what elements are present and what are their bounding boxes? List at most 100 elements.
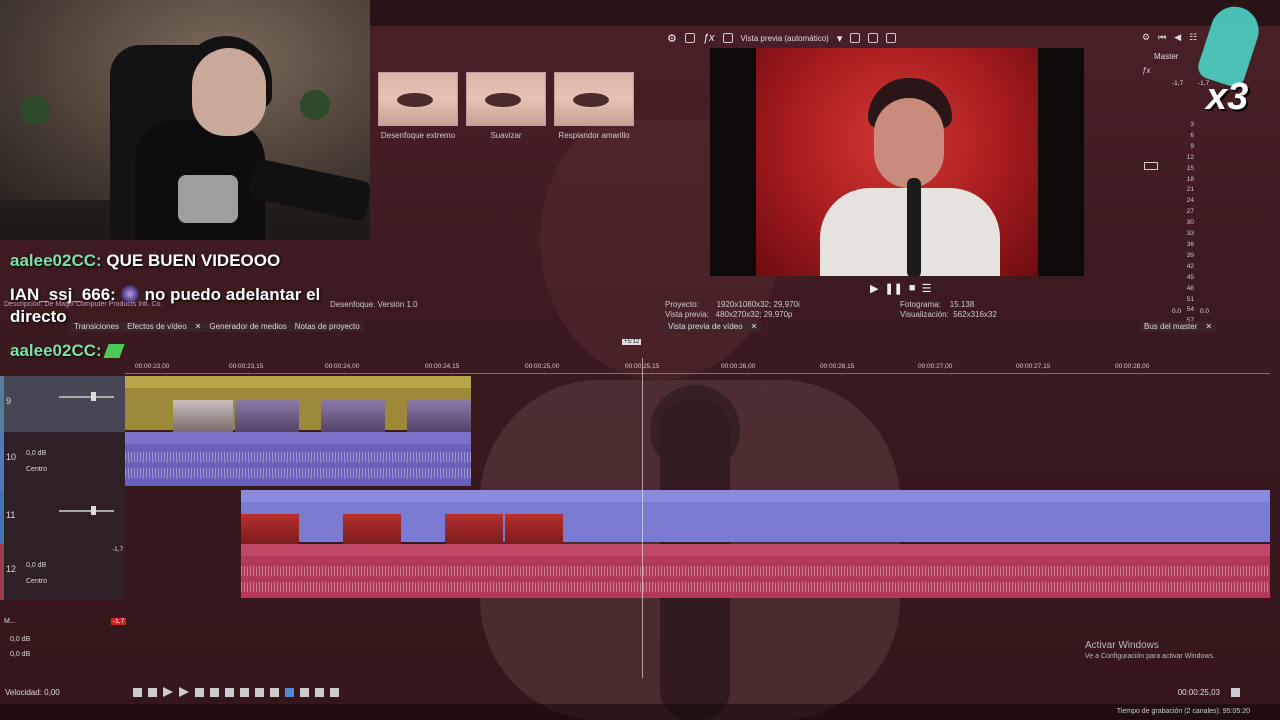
- preview-quality-dropdown[interactable]: Vista previa (automático): [741, 34, 829, 43]
- track-pan: Centro: [26, 466, 48, 473]
- record-icon[interactable]: [133, 687, 142, 697]
- track-header[interactable]: 11: [0, 490, 125, 544]
- video-preview: [710, 48, 1084, 276]
- tab-video-effects[interactable]: Efectos de vídeo: [127, 322, 187, 331]
- copy-snapshot-icon[interactable]: [868, 33, 879, 43]
- go-to-start-icon[interactable]: [225, 687, 234, 697]
- save-snapshot-icon[interactable]: [886, 33, 897, 43]
- pause-icon[interactable]: [195, 687, 204, 697]
- fx-preset-label: Desenfoque extremo: [380, 131, 456, 140]
- tab-media-generator[interactable]: Generador de medios: [209, 322, 286, 331]
- menu-icon[interactable]: ☰: [922, 282, 932, 295]
- fx-preset-thumb[interactable]: [378, 72, 458, 126]
- fx-preset-thumb[interactable]: [466, 72, 546, 126]
- pause-icon[interactable]: ❚❚: [884, 282, 902, 295]
- master-mini-peak: -1,7: [111, 618, 127, 625]
- preview-controls: ▶ ❚❚ ■ ☰: [870, 282, 931, 295]
- track-number: 11: [6, 510, 16, 520]
- track-level-slider[interactable]: [59, 392, 114, 401]
- timeline-ruler[interactable]: 00:00:23,00 00:00:23,15 00:00:24,00 00:0…: [125, 360, 1270, 374]
- speaker-icon[interactable]: ◀: [1174, 32, 1181, 43]
- multiplier-text: x3: [1206, 76, 1249, 118]
- master-toolbar: ⚙ ⏮ ◀ ☷: [1142, 32, 1197, 43]
- track-level-slider[interactable]: [59, 506, 114, 515]
- preview-value: 480x270x32; 29,970p: [715, 310, 793, 319]
- play-from-start-icon[interactable]: [163, 687, 173, 697]
- stop-icon[interactable]: ■: [909, 282, 916, 295]
- track-number: 12: [6, 564, 17, 574]
- chevron-down-icon: ▾: [836, 32, 843, 45]
- project-value: 1920x1080x32; 29,970i: [716, 300, 800, 309]
- menu-strip: [370, 0, 1280, 26]
- envelope-tool-icon[interactable]: [300, 687, 309, 697]
- display-value: 562x316x32: [953, 310, 997, 319]
- chat-message: aalee02CC:: [10, 340, 370, 362]
- stop-icon[interactable]: [210, 687, 219, 697]
- split-screen-icon[interactable]: [722, 33, 733, 43]
- play-icon[interactable]: [179, 687, 189, 697]
- emote-icon: [103, 344, 125, 358]
- track-header[interactable]: 9: [0, 376, 125, 432]
- master-fader[interactable]: [1144, 162, 1158, 170]
- master-mini-label: M...: [4, 618, 16, 625]
- prev-frame-icon[interactable]: [255, 687, 264, 697]
- project-label: Proyecto:: [665, 300, 699, 309]
- timeline-marker[interactable]: +5:12: [622, 339, 642, 345]
- video-clip[interactable]: [241, 490, 1270, 552]
- track-pan: Centro: [26, 578, 48, 585]
- tab-master-bus[interactable]: Bus del master: [1144, 322, 1197, 331]
- chat-username: aalee02CC:: [10, 341, 102, 360]
- master-bottom-right: 0.0: [1200, 308, 1210, 315]
- master-peak-left: -1,7: [1172, 80, 1184, 87]
- activate-subtitle: Ve a Configuración para activar Windows.: [1085, 653, 1215, 660]
- timecode-display: 00:00:25,03: [1177, 687, 1220, 697]
- tab-video-preview[interactable]: Vista previa de vídeo: [668, 322, 743, 331]
- go-to-end-icon[interactable]: [240, 687, 249, 697]
- fx-preset-thumb[interactable]: [554, 72, 634, 126]
- activate-windows-watermark: Activar Windows Ve a Configuración para …: [1085, 640, 1215, 660]
- playhead[interactable]: [642, 358, 643, 678]
- chat-text: QUE BUEN VIDEOOO: [106, 251, 281, 270]
- track-header[interactable]: 12 0,0 dB Centro -1,7: [0, 544, 125, 600]
- fx-preset-label: Suavizar: [490, 131, 522, 140]
- gear-icon[interactable]: ⚙: [667, 32, 677, 45]
- play-icon[interactable]: ▶: [870, 282, 878, 295]
- track-volume: 0,0 dB: [26, 450, 47, 457]
- frame-info: Fotograma: 15.138 Visualización: 562x316…: [900, 300, 997, 320]
- fx-icon[interactable]: ƒx: [1142, 66, 1150, 75]
- fullscreen-icon[interactable]: [1231, 687, 1240, 697]
- close-icon[interactable]: ✕: [751, 322, 758, 331]
- master-vol-1: 0,0 dB: [10, 636, 31, 643]
- preview-toolbar: ⚙ ƒx Vista previa (automático) ▾: [663, 28, 1133, 48]
- speed-label: Velocidad: 0,00: [5, 687, 60, 697]
- master-tab[interactable]: Bus del master ✕: [1140, 321, 1217, 332]
- chat-username: aalee02CC:: [10, 251, 102, 270]
- video-clip[interactable]: [125, 376, 471, 438]
- track-peak: -1,7: [112, 546, 124, 553]
- fx-presets-panel: Desenfoque extremo Suavizar Resplandor a…: [370, 50, 660, 150]
- gear-icon[interactable]: ⚙: [1142, 32, 1150, 43]
- preview-label: Vista previa:: [665, 310, 709, 319]
- master-vol-2: 0,0 dB: [10, 651, 31, 658]
- meter-scale: 36912151821242730333639424548515457: [1186, 121, 1194, 324]
- grid-icon[interactable]: [850, 33, 861, 43]
- skip-icon[interactable]: ⏮: [1158, 32, 1166, 43]
- frame-label: Fotograma:: [900, 300, 941, 309]
- tab-transitions[interactable]: Transiciones: [74, 322, 119, 331]
- normal-edit-tool-icon[interactable]: [285, 687, 294, 697]
- close-icon[interactable]: ✕: [195, 322, 202, 331]
- next-frame-icon[interactable]: [270, 687, 279, 697]
- properties-icon[interactable]: [684, 33, 695, 43]
- zoom-tool-icon[interactable]: [330, 687, 339, 697]
- audio-clip[interactable]: [125, 432, 471, 486]
- preview-tab[interactable]: Vista previa de vídeo ✕: [664, 321, 762, 332]
- loop-icon[interactable]: [148, 687, 157, 697]
- selection-tool-icon[interactable]: [315, 687, 324, 697]
- frame-value: 15.138: [949, 300, 975, 309]
- fx-icon[interactable]: ƒx: [703, 32, 715, 44]
- track-header[interactable]: 10 0,0 dB Centro: [0, 432, 125, 490]
- tab-project-notes[interactable]: Notas de proyecto: [295, 322, 360, 331]
- audio-clip[interactable]: [241, 544, 1270, 598]
- close-icon[interactable]: ✕: [1205, 322, 1212, 331]
- master-label: Master: [1154, 52, 1179, 61]
